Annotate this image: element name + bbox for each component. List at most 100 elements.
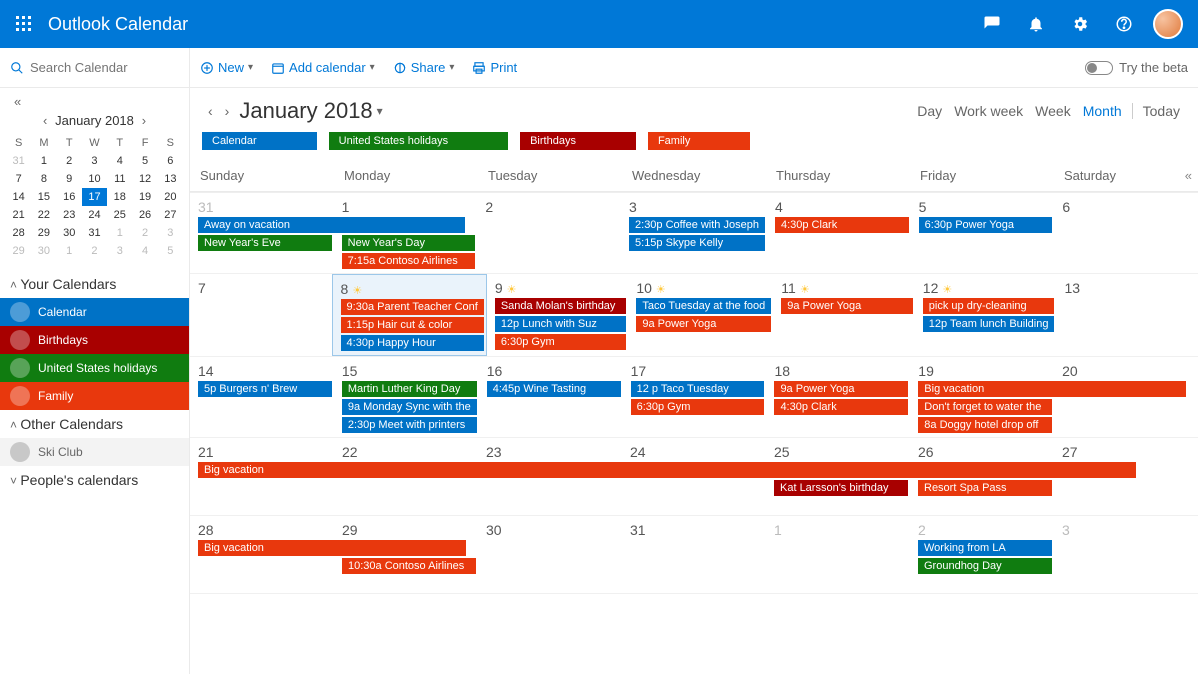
day-cell[interactable]: 164:45p Wine Tasting [479, 357, 623, 437]
mini-day[interactable]: 31 [6, 152, 31, 170]
view-today[interactable]: Today [1143, 103, 1180, 119]
new-button[interactable]: New▾ [200, 60, 253, 75]
mini-day[interactable]: 10 [82, 170, 107, 188]
event[interactable]: 6:30p Gym [631, 399, 765, 415]
event[interactable]: 9:30a Parent Teacher Conf [341, 299, 484, 315]
group-peoples-calendars[interactable]: People's calendars [0, 466, 189, 494]
mini-day[interactable]: 14 [6, 188, 31, 206]
mini-day[interactable]: 28 [6, 224, 31, 242]
event[interactable]: 6:30p Power Yoga [919, 217, 1053, 233]
day-cell[interactable]: 1 [766, 516, 910, 593]
event[interactable]: 9a Monday Sync with the [342, 399, 477, 415]
day-cell[interactable]: 3 [1054, 516, 1198, 593]
legend-us-holidays[interactable]: United States holidays [329, 132, 508, 150]
event[interactable]: 9a Power Yoga [781, 298, 913, 314]
legend-birthdays[interactable]: Birthdays [520, 132, 636, 150]
day-cell[interactable]: 30 [478, 516, 622, 593]
mini-day[interactable]: 26 [132, 206, 157, 224]
mini-day[interactable]: 13 [158, 170, 183, 188]
day-cell[interactable]: 7 [190, 274, 332, 356]
mini-day[interactable]: 3 [107, 242, 132, 260]
event[interactable]: pick up dry-cleaning [923, 298, 1055, 314]
sidebar-calendar-calendar[interactable]: Calendar [0, 298, 189, 326]
event[interactable]: New Year's Day [342, 235, 476, 251]
sidebar-calendar-ski-club[interactable]: Ski Club [0, 438, 189, 466]
collapse-right-icon[interactable]: « [1185, 168, 1192, 183]
mini-day[interactable]: 29 [6, 242, 31, 260]
mini-day[interactable]: 1 [31, 152, 56, 170]
mini-day[interactable]: 31 [82, 224, 107, 242]
view-month[interactable]: Month [1083, 103, 1122, 119]
prev-period-icon[interactable]: ‹ [202, 99, 219, 123]
day-cell[interactable]: 1712 p Taco Tuesday6:30p Gym [623, 357, 767, 437]
group-other-calendars[interactable]: Other Calendars [0, 410, 189, 438]
view-workweek[interactable]: Work week [954, 103, 1023, 119]
mini-day[interactable]: 16 [57, 188, 82, 206]
mini-day[interactable]: 27 [158, 206, 183, 224]
mini-day[interactable]: 23 [57, 206, 82, 224]
event[interactable]: Groundhog Day [918, 558, 1052, 574]
help-icon[interactable] [1102, 0, 1146, 48]
day-cell[interactable]: 28Big vacation [190, 516, 334, 593]
mini-month-label[interactable]: January 2018 [55, 113, 134, 128]
event[interactable]: 9a Power Yoga [636, 316, 771, 332]
day-cell[interactable]: 8☀9:30a Parent Teacher Conf1:15p Hair cu… [332, 274, 487, 356]
sidebar-calendar-family[interactable]: Family [0, 382, 189, 410]
event[interactable]: Taco Tuesday at the food [636, 298, 771, 314]
day-cell[interactable]: 31 [622, 516, 766, 593]
event[interactable]: 6:30p Gym [495, 334, 627, 350]
mini-day[interactable]: 18 [107, 188, 132, 206]
day-cell[interactable]: 2Working from LAGroundhog Day [910, 516, 1054, 593]
mini-day[interactable]: 5 [158, 242, 183, 260]
mini-day[interactable]: 22 [31, 206, 56, 224]
event[interactable]: 12p Team lunch Building [923, 316, 1055, 332]
day-cell[interactable]: 15Martin Luther King Day9a Monday Sync w… [334, 357, 479, 437]
mini-day[interactable]: 20 [158, 188, 183, 206]
day-cell[interactable]: 21Big vacation [190, 438, 334, 515]
mini-day[interactable]: 6 [158, 152, 183, 170]
event[interactable]: 12p Lunch with Suz [495, 316, 627, 332]
legend-family[interactable]: Family [648, 132, 750, 150]
mini-day[interactable]: 3 [158, 224, 183, 242]
event[interactable]: 7:15a Contoso Airlines [342, 253, 476, 269]
event[interactable]: Big vacation [918, 381, 1186, 397]
sidebar-calendar-birthdays[interactable]: Birthdays [0, 326, 189, 354]
avatar[interactable] [1146, 0, 1190, 48]
event[interactable]: 9a Power Yoga [774, 381, 908, 397]
chat-icon[interactable] [970, 0, 1014, 48]
day-cell[interactable]: 13 [1056, 274, 1198, 356]
mini-day[interactable]: 25 [107, 206, 132, 224]
mini-day[interactable]: 2 [132, 224, 157, 242]
page-title[interactable]: January 2018 [239, 98, 372, 124]
search-row[interactable] [0, 48, 189, 88]
day-cell[interactable]: 44:30p Clark [767, 193, 911, 273]
bell-icon[interactable] [1014, 0, 1058, 48]
event[interactable]: 1:15p Hair cut & color [341, 317, 484, 333]
event[interactable]: Big vacation [198, 462, 1136, 478]
event[interactable]: 5:15p Skype Kelly [629, 235, 765, 251]
day-cell[interactable]: 19Big vacationDon't forget to water the8… [910, 357, 1054, 437]
day-cell[interactable]: 10☀Taco Tuesday at the food9a Power Yoga [628, 274, 773, 356]
search-input[interactable] [30, 60, 160, 75]
event[interactable]: Away on vacation [198, 217, 465, 233]
event[interactable]: Kat Larsson's birthday [774, 480, 908, 496]
event[interactable]: 4:30p Clark [774, 399, 908, 415]
event[interactable]: Sanda Molan's birthday [495, 298, 627, 314]
event[interactable]: 10:30a Contoso Airlines [342, 558, 476, 574]
mini-day[interactable]: 30 [57, 224, 82, 242]
day-cell[interactable]: 1New Year's Day7:15a Contoso Airlines [334, 193, 478, 273]
event[interactable]: 5p Burgers n' Brew [198, 381, 332, 397]
day-cell[interactable]: 12☀pick up dry-cleaning12p Team lunch Bu… [915, 274, 1057, 356]
day-cell[interactable]: 189a Power Yoga4:30p Clark [766, 357, 910, 437]
day-cell[interactable]: 11☀9a Power Yoga [773, 274, 915, 356]
event[interactable]: Don't forget to water the [918, 399, 1052, 415]
mini-day[interactable]: 24 [82, 206, 107, 224]
mini-day[interactable]: 29 [31, 224, 56, 242]
mini-day[interactable]: 3 [82, 152, 107, 170]
event[interactable]: Big vacation [198, 540, 466, 556]
day-cell[interactable]: 20 [1054, 357, 1198, 437]
mini-day[interactable]: 21 [6, 206, 31, 224]
mini-day[interactable]: 1 [107, 224, 132, 242]
mini-day[interactable]: 9 [57, 170, 82, 188]
mini-day[interactable]: 7 [6, 170, 31, 188]
